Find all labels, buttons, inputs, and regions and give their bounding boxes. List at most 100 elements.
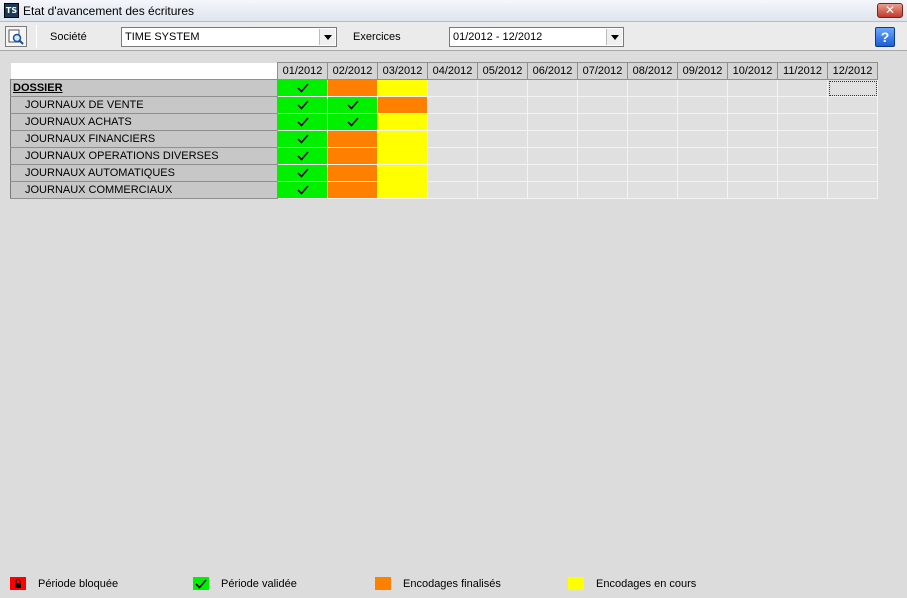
status-cell[interactable]: [427, 113, 478, 131]
status-cell[interactable]: [477, 96, 528, 114]
status-cell[interactable]: [627, 164, 678, 182]
status-cell[interactable]: [327, 113, 378, 131]
status-cell[interactable]: [327, 79, 378, 97]
status-cell[interactable]: [477, 113, 528, 131]
status-cell[interactable]: [827, 130, 878, 148]
status-cell[interactable]: [827, 96, 878, 114]
status-cell[interactable]: [527, 181, 578, 199]
status-cell[interactable]: [677, 96, 728, 114]
status-cell[interactable]: [327, 164, 378, 182]
status-cell[interactable]: [327, 147, 378, 165]
status-cell[interactable]: [727, 79, 778, 97]
status-cell[interactable]: [477, 147, 528, 165]
status-cell[interactable]: [577, 130, 628, 148]
status-cell[interactable]: [577, 147, 628, 165]
status-cell[interactable]: [727, 113, 778, 131]
status-cell[interactable]: [277, 181, 328, 199]
status-cell[interactable]: [827, 79, 878, 97]
status-cell[interactable]: [627, 96, 678, 114]
help-button[interactable]: ?: [875, 27, 895, 47]
status-cell[interactable]: [277, 164, 328, 182]
status-cell[interactable]: [327, 130, 378, 148]
status-cell[interactable]: [777, 96, 828, 114]
status-cell[interactable]: [827, 181, 878, 199]
status-cell[interactable]: [577, 181, 628, 199]
status-cell[interactable]: [677, 164, 728, 182]
status-cell[interactable]: [727, 130, 778, 148]
status-cell[interactable]: [777, 181, 828, 199]
status-cell[interactable]: [477, 164, 528, 182]
status-cell[interactable]: [777, 130, 828, 148]
status-cell[interactable]: [577, 96, 628, 114]
status-cell[interactable]: [627, 130, 678, 148]
status-cell[interactable]: [677, 113, 728, 131]
status-cell[interactable]: [677, 181, 728, 199]
chevron-down-icon[interactable]: [319, 29, 335, 45]
status-cell[interactable]: [677, 147, 728, 165]
status-cell[interactable]: [377, 130, 428, 148]
societe-select[interactable]: TIME SYSTEM: [121, 27, 337, 47]
row-label[interactable]: JOURNAUX AUTOMATIQUES: [10, 164, 278, 182]
status-cell[interactable]: [627, 147, 678, 165]
status-cell[interactable]: [727, 181, 778, 199]
status-cell[interactable]: [777, 113, 828, 131]
status-cell[interactable]: [427, 164, 478, 182]
check-icon: [296, 168, 309, 178]
status-cell[interactable]: [627, 113, 678, 131]
status-cell[interactable]: [527, 147, 578, 165]
row-label[interactable]: JOURNAUX FINANCIERS: [10, 130, 278, 148]
row-label[interactable]: JOURNAUX DE VENTE: [10, 96, 278, 114]
status-cell[interactable]: [777, 79, 828, 97]
status-cell[interactable]: [527, 79, 578, 97]
status-cell[interactable]: [377, 181, 428, 199]
status-cell[interactable]: [677, 79, 728, 97]
status-cell[interactable]: [727, 96, 778, 114]
status-cell[interactable]: [527, 164, 578, 182]
status-cell[interactable]: [477, 181, 528, 199]
status-cell[interactable]: [827, 113, 878, 131]
status-cell[interactable]: [327, 96, 378, 114]
status-cell[interactable]: [477, 130, 528, 148]
status-cell[interactable]: [277, 96, 328, 114]
status-cell[interactable]: [277, 130, 328, 148]
status-cell[interactable]: [577, 164, 628, 182]
search-button[interactable]: [5, 26, 27, 47]
chevron-down-icon[interactable]: [606, 29, 622, 45]
status-cell[interactable]: [827, 164, 878, 182]
status-cell[interactable]: [727, 164, 778, 182]
status-cell[interactable]: [627, 79, 678, 97]
row-label[interactable]: JOURNAUX COMMERCIAUX: [10, 181, 278, 199]
status-cell[interactable]: [427, 96, 478, 114]
status-cell[interactable]: [277, 147, 328, 165]
close-button[interactable]: ✕: [877, 3, 903, 18]
status-cell[interactable]: [327, 181, 378, 199]
row-label[interactable]: JOURNAUX ACHATS: [10, 113, 278, 131]
status-cell[interactable]: [727, 147, 778, 165]
exercices-select[interactable]: 01/2012 - 12/2012: [449, 27, 624, 47]
status-cell[interactable]: [377, 96, 428, 114]
status-cell[interactable]: [627, 181, 678, 199]
status-cell[interactable]: [377, 147, 428, 165]
status-cell[interactable]: [777, 164, 828, 182]
status-cell[interactable]: [577, 113, 628, 131]
status-cell[interactable]: [427, 130, 478, 148]
status-cell[interactable]: [277, 79, 328, 97]
status-cell[interactable]: [277, 113, 328, 131]
status-cell[interactable]: [577, 79, 628, 97]
status-cell[interactable]: [527, 113, 578, 131]
month-header: 04/2012: [427, 62, 478, 80]
status-cell[interactable]: [677, 130, 728, 148]
status-cell[interactable]: [527, 96, 578, 114]
status-cell[interactable]: [427, 181, 478, 199]
status-cell[interactable]: [477, 79, 528, 97]
row-label[interactable]: JOURNAUX OPERATIONS DIVERSES: [10, 147, 278, 165]
row-label[interactable]: DOSSIER: [10, 79, 278, 97]
status-cell[interactable]: [377, 164, 428, 182]
status-cell[interactable]: [427, 147, 478, 165]
status-cell[interactable]: [827, 147, 878, 165]
status-cell[interactable]: [777, 147, 828, 165]
status-cell[interactable]: [427, 79, 478, 97]
status-cell[interactable]: [377, 113, 428, 131]
status-cell[interactable]: [527, 130, 578, 148]
status-cell[interactable]: [377, 79, 428, 97]
